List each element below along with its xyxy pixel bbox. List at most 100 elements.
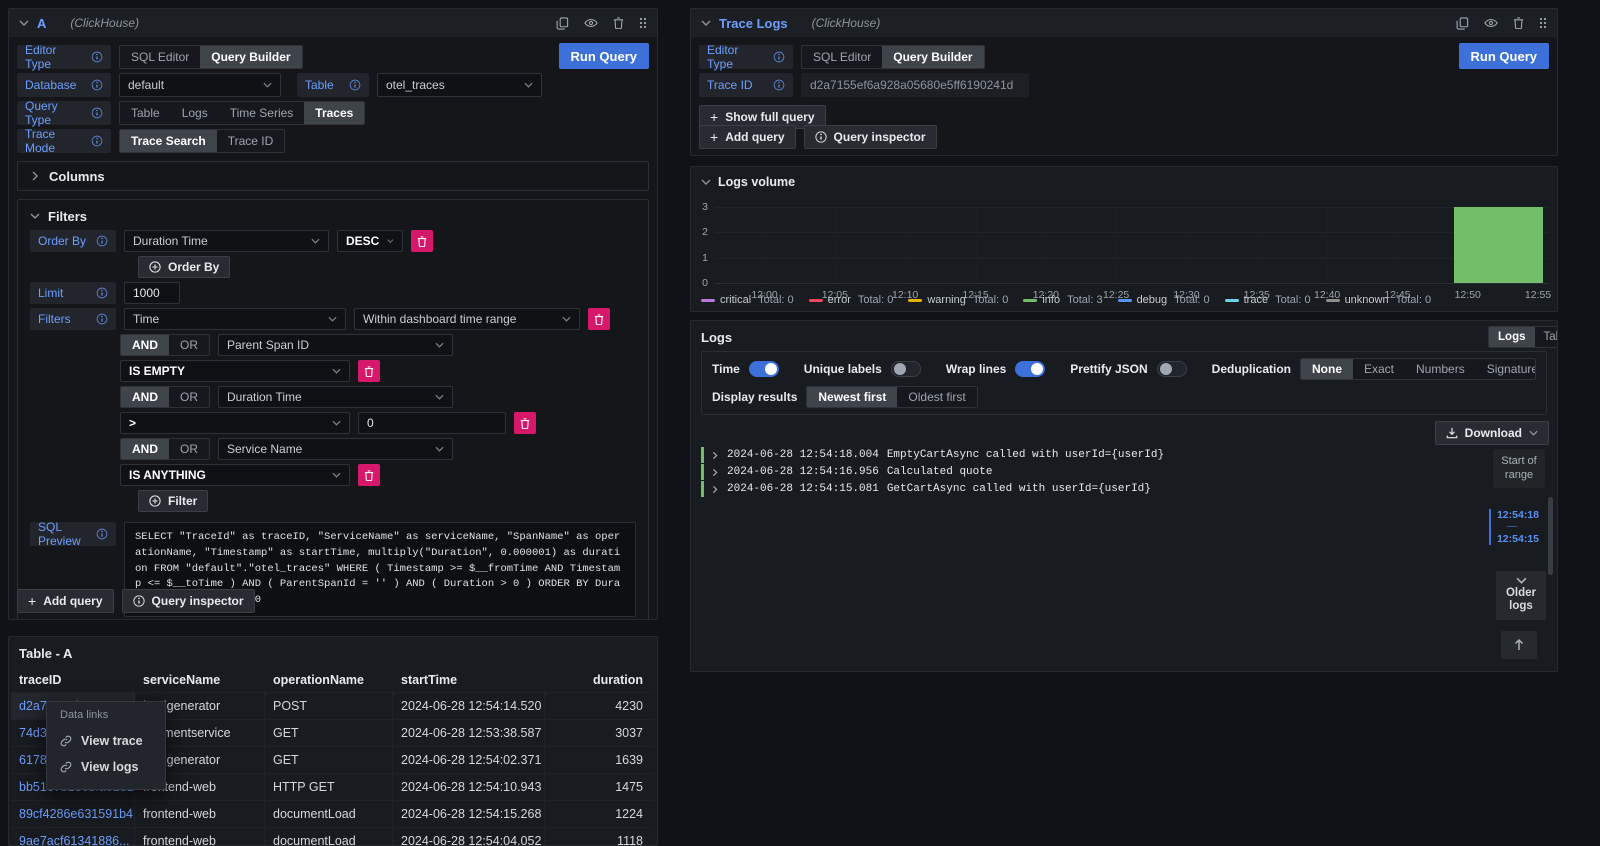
remove-filter-1-button[interactable] <box>358 360 380 382</box>
prettify-json-toggle[interactable] <box>1157 361 1187 377</box>
legend-item-warning[interactable]: warningTotal: 0 <box>908 294 1008 306</box>
filter-2-and-option[interactable]: AND <box>121 387 169 407</box>
column-header-operation-name[interactable]: operationName <box>265 667 393 692</box>
filter-3-operator-select[interactable]: IS ANYTHING <box>120 464 350 486</box>
log-row[interactable]: 2024-06-28 12:54:18.004 EmptyCartAsync c… <box>701 447 1471 463</box>
editor-type-option-query-builder[interactable]: Query Builder <box>200 46 301 68</box>
column-header-trace-id[interactable]: traceID <box>11 667 135 692</box>
eye-icon[interactable] <box>1484 18 1498 28</box>
add-order-by-button[interactable]: Order By <box>138 256 230 278</box>
query-type-option-table[interactable]: Table <box>120 102 171 124</box>
dedup-option-numbers[interactable]: Numbers <box>1405 359 1476 379</box>
log-row[interactable]: 2024-06-28 12:54:16.956 Calculated quote <box>701 464 1471 480</box>
query-type-option-time-series[interactable]: Time Series <box>219 102 305 124</box>
filter-1-operator-select[interactable]: IS EMPTY <box>120 360 350 382</box>
add-query-button[interactable]: + Add query <box>17 589 114 613</box>
download-button[interactable]: Download <box>1435 421 1549 445</box>
column-header-start-time[interactable]: startTime <box>393 667 545 692</box>
duplicate-icon[interactable] <box>556 17 569 30</box>
run-query-button[interactable]: Run Query <box>1459 43 1549 69</box>
scroll-to-top-button[interactable] <box>1501 631 1537 659</box>
editor-type-option-query-builder[interactable]: Query Builder <box>882 46 983 68</box>
dedup-option-signature[interactable]: Signature <box>1476 359 1536 379</box>
add-query-button[interactable]: + Add query <box>699 125 796 149</box>
trace-mode-option-trace-search[interactable]: Trace Search <box>120 130 217 152</box>
y-axis-tick: 2 <box>702 226 708 238</box>
filter-time-field-select[interactable]: Time <box>124 308 346 330</box>
order-by-direction-select[interactable]: DESC <box>337 230 403 252</box>
filter-1-or-option[interactable]: OR <box>169 335 209 355</box>
log-rows: 2024-06-28 12:54:18.004 EmptyCartAsync c… <box>701 447 1471 498</box>
wrap-lines-toggle[interactable] <box>1015 361 1045 377</box>
filter-2-or-option[interactable]: OR <box>169 387 209 407</box>
run-query-button[interactable]: Run Query <box>559 43 649 69</box>
column-header-service-name[interactable]: serviceName <box>135 667 265 692</box>
log-row[interactable]: 2024-06-28 12:54:15.081 GetCartAsync cal… <box>701 481 1471 497</box>
y-axis-tick: 0 <box>702 277 708 289</box>
trash-icon[interactable] <box>613 17 624 29</box>
trash-icon[interactable] <box>1513 17 1524 29</box>
legend-item-unknown[interactable]: unknownTotal: 0 <box>1326 294 1432 306</box>
filters-section-toggle[interactable]: Filters <box>30 206 636 226</box>
add-filter-button[interactable]: Filter <box>138 490 208 512</box>
query-type-option-logs[interactable]: Logs <box>171 102 219 124</box>
legend-item-critical[interactable]: criticalTotal: 0 <box>701 294 794 306</box>
view-option-table[interactable]: Table <box>1535 327 1559 347</box>
log-range-indicator[interactable]: 12:54:18 — 12:54:15 <box>1489 509 1539 545</box>
columns-section-toggle[interactable]: Columns <box>17 161 649 191</box>
panel-a-header[interactable]: A (ClickHouse) <box>9 9 657 37</box>
trace-id-link[interactable]: 9ae7acf61341886... <box>19 834 130 846</box>
display-option-oldest-first[interactable]: Oldest first <box>897 387 976 407</box>
column-header-duration[interactable]: duration <box>545 667 655 692</box>
legend-item-debug[interactable]: debugTotal: 0 <box>1118 294 1210 306</box>
remove-order-by-button[interactable] <box>411 230 433 252</box>
eye-icon[interactable] <box>584 18 598 28</box>
filter-3-field-select[interactable]: Service Name <box>218 438 453 460</box>
view-option-logs[interactable]: Logs <box>1489 327 1534 347</box>
remove-filter-2-button[interactable] <box>514 412 536 434</box>
database-select[interactable]: default <box>119 73 281 97</box>
trace-logs-header[interactable]: Trace Logs (ClickHouse) <box>691 9 1557 37</box>
older-logs-button[interactable]: Older logs <box>1496 571 1546 620</box>
drag-handle-icon[interactable] <box>1539 17 1547 29</box>
info-icon <box>96 528 108 540</box>
display-option-newest-first[interactable]: Newest first <box>807 387 897 407</box>
filter-2-field-select[interactable]: Duration Time <box>218 386 453 408</box>
remove-filter-3-button[interactable] <box>358 464 380 486</box>
filter-3-or-option[interactable]: OR <box>169 439 209 459</box>
duplicate-icon[interactable] <box>1456 17 1469 30</box>
order-by-field-select[interactable]: Duration Time <box>124 230 329 252</box>
unique-labels-toggle[interactable] <box>891 361 921 377</box>
trace-mode-option-trace-id[interactable]: Trace ID <box>217 130 285 152</box>
logs-volume-header[interactable]: Logs volume <box>691 167 1557 197</box>
remove-filter-button[interactable] <box>588 308 610 330</box>
filter-3-and-option[interactable]: AND <box>121 439 169 459</box>
query-inspector-button[interactable]: Query inspector <box>804 125 937 149</box>
dedup-option-none[interactable]: None <box>1301 359 1353 379</box>
table-select[interactable]: otel_traces <box>377 73 542 97</box>
dedup-option-exact[interactable]: Exact <box>1353 359 1405 379</box>
limit-input[interactable]: 1000 <box>124 282 180 304</box>
editor-type-option-sql-editor[interactable]: SQL Editor <box>802 46 882 68</box>
editor-type-option-sql-editor[interactable]: SQL Editor <box>120 46 200 68</box>
view-logs-menu-item[interactable]: View logs <box>60 754 152 780</box>
query-inspector-button[interactable]: Query inspector <box>122 589 255 613</box>
scrollbar-thumb[interactable] <box>1548 497 1553 575</box>
chevron-down-icon <box>1516 577 1527 584</box>
view-trace-menu-item[interactable]: View trace <box>60 728 152 754</box>
filter-2-value-input[interactable]: 0 <box>358 412 506 434</box>
table-row: 89cf4286e631591b4... frontend-web docume… <box>11 800 655 827</box>
legend-item-error[interactable]: errorTotal: 0 <box>809 294 894 306</box>
legend-item-trace[interactable]: traceTotal: 0 <box>1225 294 1311 306</box>
filter-1-field-select[interactable]: Parent Span ID <box>218 334 453 356</box>
query-type-option-traces[interactable]: Traces <box>304 102 364 124</box>
drag-handle-icon[interactable] <box>639 17 647 29</box>
legend-item-info[interactable]: infoTotal: 3 <box>1023 294 1102 306</box>
trace-id-link[interactable]: 89cf4286e631591b4... <box>19 807 135 821</box>
time-toggle[interactable] <box>749 361 779 377</box>
trace-id-input[interactable]: d2a7155ef6a928a05680e5ff6190241d <box>801 73 1029 97</box>
filter-1-and-option[interactable]: AND <box>121 335 169 355</box>
filter-2-operator-select[interactable]: > <box>120 412 350 434</box>
info-logs-bar[interactable] <box>1454 207 1543 283</box>
filter-time-operator-select[interactable]: Within dashboard time range <box>354 308 580 330</box>
